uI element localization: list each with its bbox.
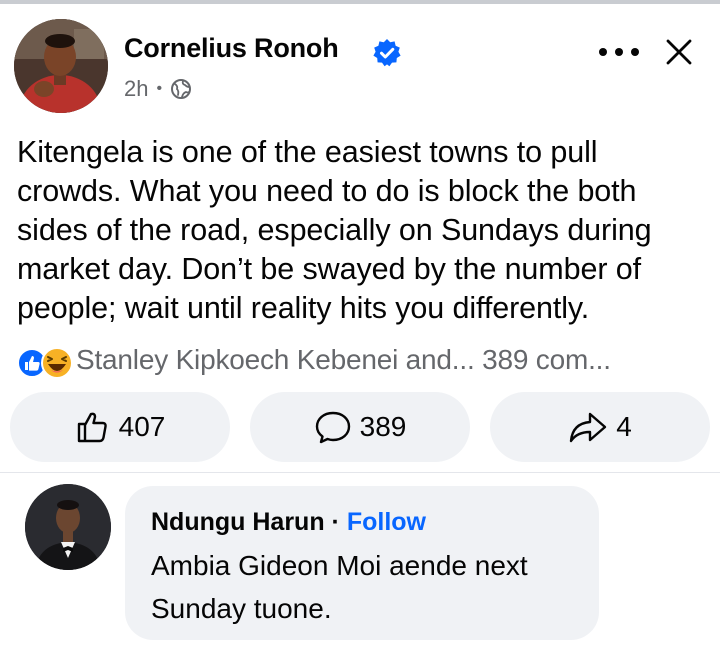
share-arrow-icon bbox=[570, 412, 607, 443]
like-button[interactable]: 407 bbox=[10, 392, 230, 462]
follow-link[interactable]: Follow bbox=[347, 508, 426, 536]
commenter-avatar[interactable] bbox=[25, 484, 111, 570]
thumbs-up-icon bbox=[77, 412, 107, 443]
commenter-name[interactable]: Ndungu Harun bbox=[151, 508, 325, 536]
post-author-name[interactable]: Cornelius Ronoh bbox=[124, 33, 339, 64]
haha-icon bbox=[41, 347, 73, 379]
share-button[interactable]: 4 bbox=[490, 392, 710, 462]
post-time[interactable]: 2h bbox=[124, 76, 148, 102]
commenter-header: Ndungu Harun · Follow bbox=[151, 508, 426, 537]
comment-button[interactable]: 389 bbox=[250, 392, 470, 462]
meta-separator: • bbox=[156, 80, 163, 97]
comment-text: Ambia Gideon Moi aende next Sunday tuone… bbox=[151, 550, 528, 624]
close-button[interactable] bbox=[662, 35, 696, 69]
author-avatar[interactable] bbox=[14, 19, 108, 113]
comment-bubble: Ndungu Harun · Follow Ambia Gideon Moi a… bbox=[125, 486, 599, 640]
post-meta: 2h • bbox=[124, 76, 192, 102]
like-count: 407 bbox=[118, 411, 166, 442]
section-divider bbox=[0, 472, 720, 473]
reaction-icons bbox=[16, 343, 76, 379]
comment-bubble-icon bbox=[315, 411, 350, 444]
share-count: 4 bbox=[616, 411, 632, 442]
more-dots-icon bbox=[599, 48, 639, 56]
post-body: Kitengela is one of the easiest towns to… bbox=[17, 135, 652, 325]
more-options-button[interactable] bbox=[596, 38, 642, 66]
commenter-separator: · bbox=[331, 508, 340, 536]
verified-badge-icon bbox=[373, 39, 401, 67]
close-icon bbox=[666, 39, 692, 65]
comment-count: 389 bbox=[359, 411, 407, 442]
reaction-summary[interactable]: Stanley Kipkoech Kebenei and... 389 com.… bbox=[76, 344, 611, 376]
reaction-bar[interactable]: Stanley Kipkoech Kebenei and... 389 com.… bbox=[16, 343, 611, 379]
top-divider bbox=[0, 0, 720, 4]
globe-icon bbox=[171, 79, 192, 99]
